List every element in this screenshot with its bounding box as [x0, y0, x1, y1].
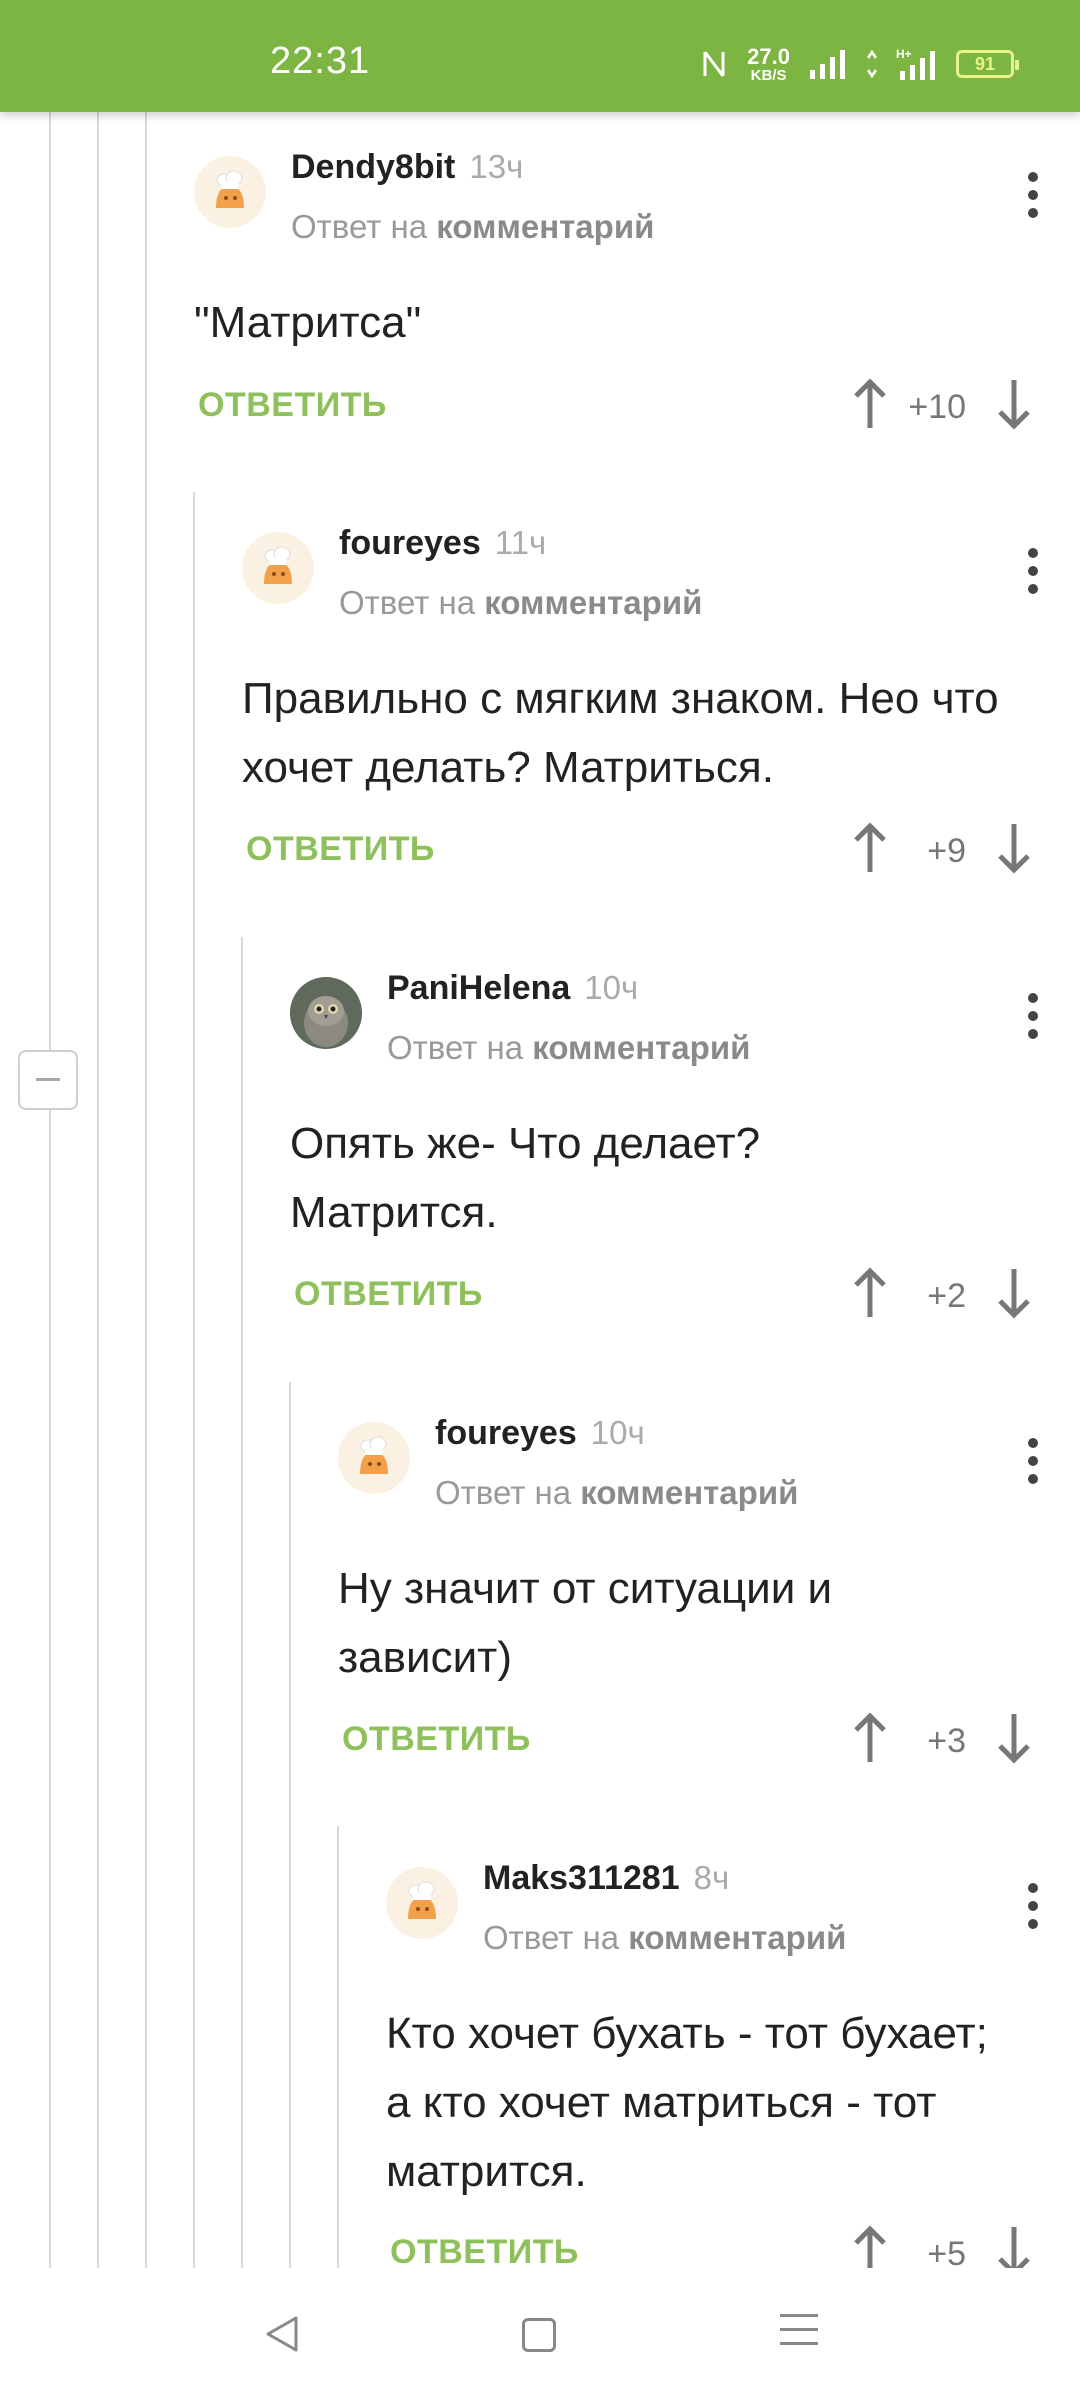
status-icons: 27.0 KB/S H+ 91	[699, 43, 1019, 84]
comment-actions: ОТВЕТИТЬ +10	[194, 374, 1080, 434]
status-bar: 22:31 27.0 KB/S H+ 91	[0, 0, 1080, 112]
more-options-icon[interactable]	[1026, 1883, 1040, 1933]
signal-icon	[810, 50, 845, 79]
comment-score: +5	[927, 2235, 966, 2268]
thread-line	[193, 492, 195, 2268]
reply-button[interactable]: ОТВЕТИТЬ	[198, 386, 387, 425]
upvote-arrow-icon[interactable]	[850, 1708, 890, 1768]
downvote-arrow-icon[interactable]	[994, 374, 1034, 434]
thread-line	[337, 1826, 339, 2268]
comment-text: Ну значит от ситуации и зависит)	[338, 1564, 833, 1682]
comment-text: "Матритса"	[194, 298, 422, 347]
comment-thread: Dendy8bit 13ч Ответ на комментарий "Матри…	[0, 112, 1080, 2268]
downvote-arrow-icon[interactable]	[994, 1708, 1034, 1768]
comment: foureyes 10ч Ответ на комментарий Ну знач…	[338, 1378, 1080, 1798]
comment-score: +10	[908, 388, 966, 426]
comment-actions: ОТВЕТИТЬ +2	[290, 1263, 1080, 1323]
comment: Maks311281 8ч Ответ на комментарий Кто хо…	[386, 1823, 1080, 2268]
comment-author[interactable]: foureyes 11ч	[339, 524, 546, 563]
comment-time: 10ч	[584, 969, 639, 1006]
reply-to-link[interactable]: комментарий	[628, 1919, 846, 1956]
reply-to-link[interactable]: комментарий	[484, 584, 702, 621]
nfc-icon	[703, 51, 725, 77]
reply-to-label: Ответ на комментарий	[435, 1474, 799, 1511]
comment-author[interactable]: Maks311281 8ч	[483, 1859, 729, 1898]
chef-avatar-icon[interactable]	[194, 156, 266, 228]
comment-text: Кто хочет бухать - тот бухает; а кто хоч…	[386, 2009, 988, 2196]
comment-text: Правильно с мягким знаком. Нео что хочет…	[242, 674, 999, 792]
thread-line	[241, 937, 243, 2268]
home-icon[interactable]	[522, 2318, 556, 2352]
comment-time: 11ч	[494, 524, 547, 561]
signal-hplus-icon: H+	[896, 47, 935, 80]
reply-to-label: Ответ на комментарий	[339, 584, 703, 621]
more-options-icon[interactable]	[1026, 993, 1040, 1043]
thread-line	[289, 1382, 291, 2268]
comment-score: +3	[927, 1722, 966, 1760]
collapse-thread-button[interactable]	[18, 1050, 78, 1110]
reply-to-label: Ответ на комментарий	[483, 1919, 847, 1956]
downvote-arrow-icon[interactable]	[994, 818, 1034, 878]
menu-icon[interactable]	[780, 2314, 818, 2356]
upvote-arrow-icon[interactable]	[850, 374, 890, 434]
comment-actions: ОТВЕТИТЬ +5	[386, 2221, 1080, 2268]
reply-button[interactable]: ОТВЕТИТЬ	[294, 1275, 483, 1314]
more-options-icon[interactable]	[1026, 1438, 1040, 1488]
comment-author[interactable]: foureyes 10ч	[435, 1414, 645, 1453]
reply-button[interactable]: ОТВЕТИТЬ	[246, 830, 435, 869]
comment-actions: ОТВЕТИТЬ +3	[338, 1708, 1080, 1768]
comment-time: 10ч	[590, 1414, 645, 1451]
svg-text:H+: H+	[896, 47, 912, 61]
comment-score: +2	[927, 1277, 966, 1315]
thread-line	[145, 112, 147, 2268]
network-speed: 27.0 KB/S	[747, 43, 790, 84]
upvote-arrow-icon[interactable]	[850, 818, 890, 878]
comment: foureyes 11ч Ответ на комментарий Правиль…	[242, 488, 1080, 908]
upvote-arrow-icon[interactable]	[850, 2221, 890, 2268]
comment-score: +9	[927, 832, 966, 870]
chef-avatar-icon[interactable]	[338, 1422, 410, 1494]
battery-icon: 91	[956, 50, 1019, 78]
system-navigation-bar	[0, 2268, 1080, 2400]
owl-avatar-icon[interactable]	[290, 977, 362, 1049]
chef-avatar-icon[interactable]	[386, 1867, 458, 1939]
downvote-arrow-icon[interactable]	[994, 2221, 1034, 2268]
thread-line	[97, 112, 99, 2268]
comment: Dendy8bit 13ч Ответ на комментарий "Матри…	[194, 112, 1080, 452]
status-time: 22:31	[270, 40, 371, 82]
reply-to-label: Ответ на комментарий	[291, 208, 655, 245]
reply-button[interactable]: ОТВЕТИТЬ	[342, 1720, 531, 1759]
comment-time: 13ч	[469, 148, 524, 185]
reply-button[interactable]: ОТВЕТИТЬ	[390, 2233, 579, 2268]
comment-author[interactable]: PaniHelena 10ч	[387, 969, 638, 1008]
upvote-arrow-icon[interactable]	[850, 1263, 890, 1323]
comment: PaniHelena 10ч Ответ на комментарий Опять…	[290, 933, 1080, 1353]
chef-avatar-icon[interactable]	[242, 532, 314, 604]
comment-time: 8ч	[693, 1859, 730, 1896]
comment-text: Опять же- Что делает? Матрится.	[290, 1119, 761, 1237]
thread-line	[49, 112, 51, 2268]
more-options-icon[interactable]	[1026, 548, 1040, 598]
downvote-arrow-icon[interactable]	[994, 1263, 1034, 1323]
reply-to-link[interactable]: комментарий	[436, 208, 654, 245]
comment-actions: ОТВЕТИТЬ +9	[242, 818, 1080, 878]
reply-to-link[interactable]: комментарий	[580, 1474, 798, 1511]
more-options-icon[interactable]	[1026, 172, 1040, 222]
reply-to-link[interactable]: комментарий	[532, 1029, 750, 1066]
back-icon[interactable]	[262, 2314, 300, 2354]
data-arrows-icon	[866, 49, 878, 79]
comment-author[interactable]: Dendy8bit 13ч	[291, 148, 523, 187]
reply-to-label: Ответ на комментарий	[387, 1029, 751, 1066]
